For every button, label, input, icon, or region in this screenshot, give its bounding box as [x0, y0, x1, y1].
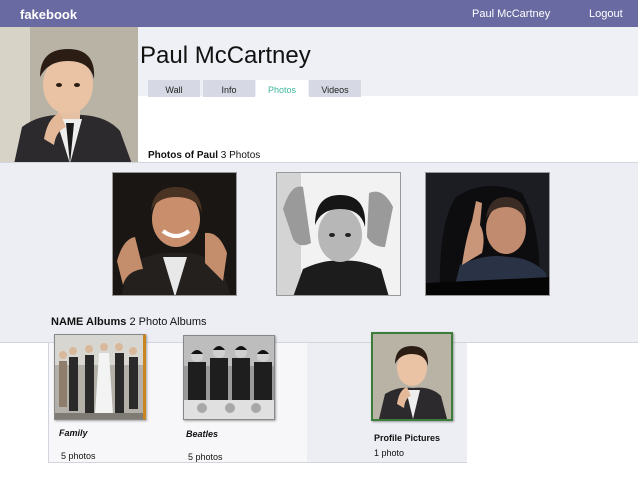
photo-thumbnail-2[interactable]	[276, 172, 401, 296]
photos-count: 3 Photos	[220, 150, 261, 161]
album-count-family: 5 photos	[61, 451, 96, 461]
user-name-link[interactable]: Paul McCartney	[472, 8, 550, 20]
albums-count: 2 Photo Albums	[129, 316, 207, 328]
logout-link[interactable]: Logout	[589, 8, 623, 20]
photos-heading: Photos of Paul 3 Photos	[148, 150, 260, 161]
album-name-beatles[interactable]: Beatles	[186, 429, 218, 439]
tab-wall[interactable]: Wall	[148, 80, 200, 97]
albums-heading: NAME Albums 2 Photo Albums	[51, 316, 207, 328]
photo-thumbnail-1[interactable]	[112, 172, 237, 296]
album-name-profile-pictures[interactable]: Profile Pictures	[374, 433, 440, 443]
tab-videos[interactable]: Videos	[309, 80, 361, 97]
profile-picture[interactable]	[0, 27, 138, 164]
top-navigation-bar: fakebook Paul McCartney Logout	[0, 0, 638, 27]
tab-info[interactable]: Info	[203, 80, 255, 97]
photo-thumbnail-3[interactable]	[425, 172, 550, 296]
album-count-beatles: 5 photos	[188, 452, 223, 462]
album-name-family[interactable]: Family	[59, 428, 88, 438]
album-cover-beatles[interactable]	[183, 335, 275, 420]
tab-photos[interactable]: Photos	[256, 80, 308, 97]
album-count-profile-pictures: 1 photo	[374, 448, 405, 458]
photos-title: Photos of Paul	[148, 150, 218, 161]
page-title: Paul McCartney	[140, 42, 311, 69]
album-cover-family[interactable]	[54, 334, 146, 420]
brand-logo[interactable]: fakebook	[20, 7, 77, 22]
albums-title: NAME Albums	[51, 316, 127, 328]
album-cover-profile-pictures[interactable]	[371, 332, 453, 421]
